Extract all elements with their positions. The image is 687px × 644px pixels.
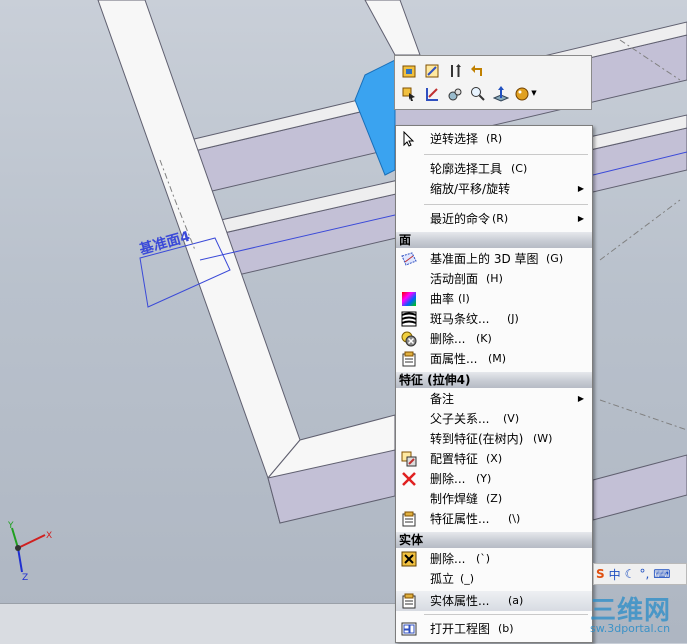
- properties-icon: [401, 593, 417, 609]
- curvature-icon: [401, 291, 417, 307]
- menu-separator: [424, 204, 588, 205]
- section-header-feature: 特征 (拉伸4): [396, 372, 592, 388]
- menu-item-body-properties[interactable]: 实体属性... (a): [396, 591, 592, 611]
- svg-text:X: X: [46, 531, 52, 541]
- menu-item-reverse-select[interactable]: 逆转选择 (R): [396, 129, 592, 149]
- menu-item-curvature[interactable]: 曲率 (I): [396, 289, 592, 309]
- properties-icon: [401, 351, 417, 367]
- ime-toolbar[interactable]: S 中 ☾ °, ⌨: [593, 563, 687, 585]
- sketch-icon[interactable]: [422, 84, 441, 103]
- zebra-stripes-icon: [401, 311, 417, 327]
- delete-x-icon: [401, 471, 417, 487]
- delete-body-icon: [401, 551, 417, 567]
- menu-item-feature-properties[interactable]: 特征属性... (\): [396, 509, 592, 529]
- menu-item-open-drawing[interactable]: 打开工程图 (b): [396, 619, 592, 639]
- zoom-to-selection-icon[interactable]: [468, 84, 487, 103]
- svg-text:Z: Z: [22, 573, 28, 583]
- menu-item-delete-feature[interactable]: 删除... (Y): [396, 469, 592, 489]
- normal-to-icon[interactable]: [491, 84, 510, 103]
- 3d-sketch-icon: [401, 251, 417, 267]
- menu-item-configure-feature[interactable]: 配置特征 (X): [396, 449, 592, 469]
- axis-triad: X Y Z: [7, 521, 52, 583]
- menu-item-zoom-pan-rotate[interactable]: 缩放/平移/旋转 ▶: [396, 179, 592, 199]
- context-toolbar: ▼: [394, 55, 592, 110]
- menu-item-live-section[interactable]: 活动剖面 (H): [396, 269, 592, 289]
- section-header-body: 实体: [396, 532, 592, 548]
- delete-face-icon: [401, 331, 417, 347]
- menu-item-make-weld[interactable]: 制作焊缝 (Z): [396, 489, 592, 509]
- menu-item-3d-sketch-on-plane[interactable]: 基准面上的 3D 草图 (G): [396, 249, 592, 269]
- menu-item-zebra-stripes[interactable]: 斑马条纹... (J): [396, 309, 592, 329]
- properties-icon: [401, 511, 417, 527]
- moon-icon: ☾: [624, 567, 636, 581]
- feature-tree-icon[interactable]: [399, 61, 418, 80]
- ime-language[interactable]: 中: [609, 566, 621, 583]
- punctuation-icon: °,: [639, 567, 650, 581]
- menu-separator: [424, 154, 588, 155]
- section-header-face: 面: [396, 232, 592, 248]
- view-orientation-icon[interactable]: [445, 84, 464, 103]
- drawing-icon: [401, 621, 417, 637]
- keyboard-icon: ⌨: [653, 567, 671, 581]
- arrow-cursor-icon: [401, 130, 417, 147]
- menu-item-goto-feature[interactable]: 转到特征(在树内) (W): [396, 429, 592, 449]
- svg-text:Y: Y: [7, 521, 14, 531]
- undo-icon[interactable]: [468, 61, 487, 80]
- menu-item-recent-commands[interactable]: 最近的命令 (R) ▶: [396, 209, 592, 229]
- menu-item-annotations[interactable]: 备注 ▶: [396, 389, 592, 409]
- status-strip: [0, 603, 395, 644]
- rollback-icon[interactable]: [445, 61, 464, 80]
- submenu-arrow-icon: ▶: [577, 214, 584, 223]
- menu-item-parent-child[interactable]: 父子关系... (V): [396, 409, 592, 429]
- menu-item-profile-tool[interactable]: 轮廓选择工具 (C): [396, 159, 592, 179]
- submenu-arrow-icon: ▶: [577, 184, 584, 193]
- configure-feature-icon: [401, 451, 417, 467]
- menu-item-delete-body[interactable]: 删除... (`): [396, 549, 592, 569]
- submenu-arrow-icon: ▶: [577, 394, 584, 403]
- menu-item-delete-face[interactable]: 删除... (K): [396, 329, 592, 349]
- appearance-icon[interactable]: ▼: [514, 84, 538, 103]
- watermark-logo: 三维网 sw.3dportal.cn: [590, 590, 687, 643]
- menu-separator: [424, 614, 588, 615]
- ime-logo-icon: S: [596, 567, 605, 581]
- menu-item-face-properties[interactable]: 面属性... (M): [396, 349, 592, 369]
- menu-item-isolate[interactable]: 孤立 (_): [396, 569, 592, 589]
- select-other-icon[interactable]: [399, 84, 418, 103]
- watermark-url: sw.3dportal.cn: [590, 622, 671, 635]
- context-menu: 逆转选择 (R) 轮廓选择工具 (C) 缩放/平移/旋转 ▶ 最近的命令 (R)…: [395, 125, 593, 643]
- edit-sketch-icon[interactable]: [422, 61, 441, 80]
